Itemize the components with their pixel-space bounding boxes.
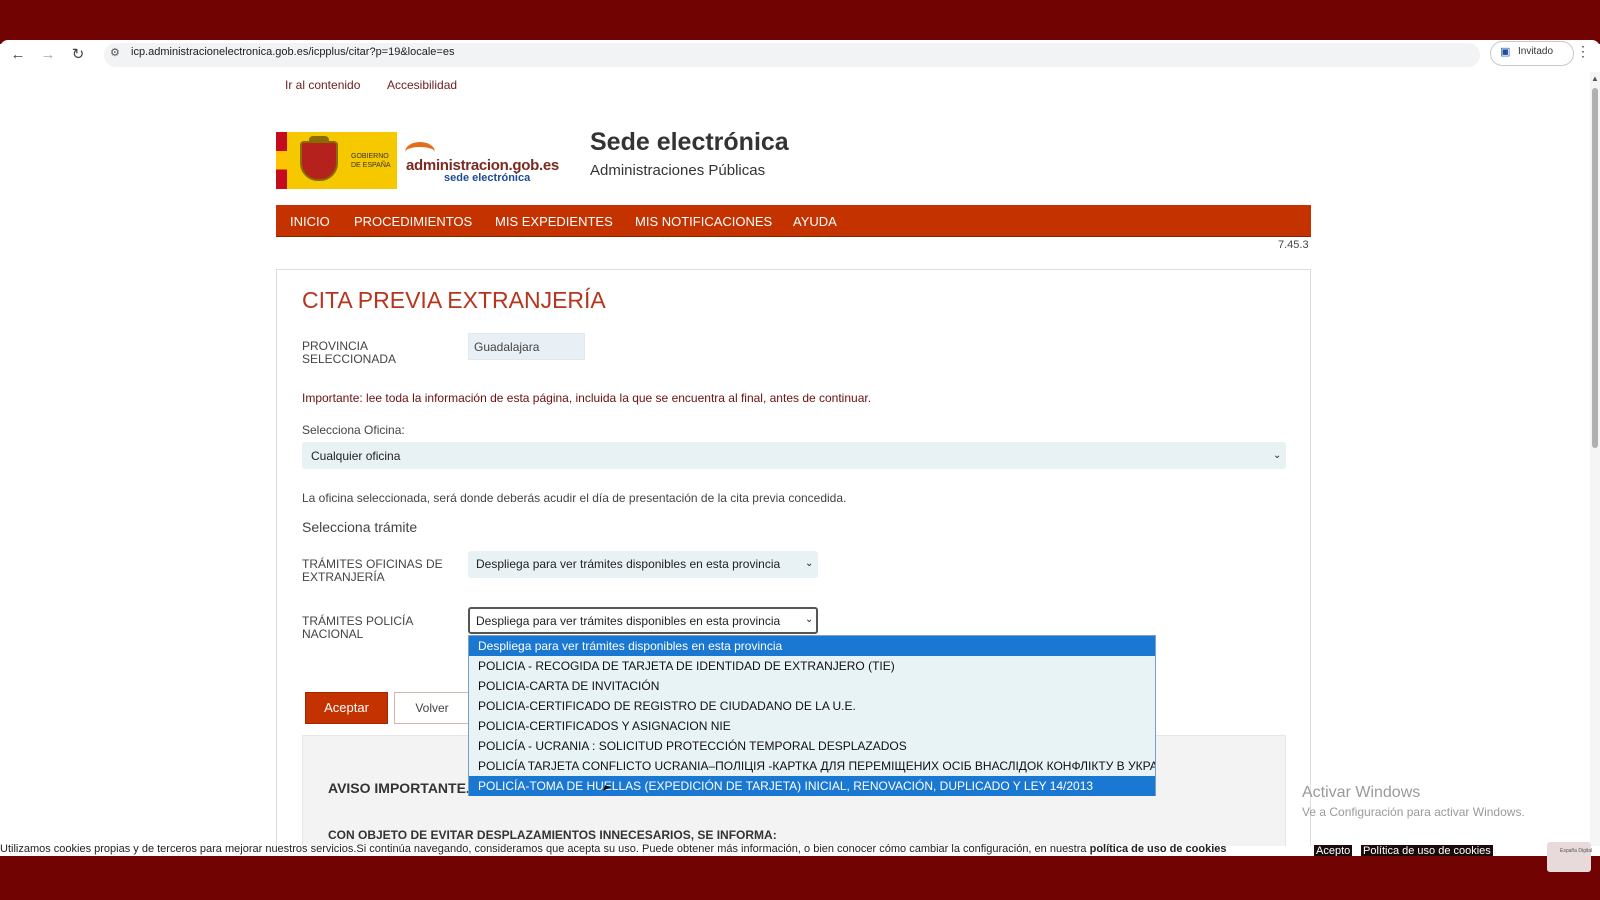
dropdown-option[interactable]: POLICÍA - UCRANIA : SOLICITUD PROTECCIÓN… — [469, 736, 1155, 756]
admin-logo-subtext: sede electrónica — [444, 172, 531, 184]
scrollbar-thumb[interactable] — [1592, 88, 1598, 448]
scroll-up-arrow-icon[interactable]: ▲ — [1591, 74, 1599, 83]
dropdown-option[interactable]: POLICIA - RECOGIDA DE TARJETA DE IDENTID… — [469, 656, 1155, 676]
site-subtitle: Administraciones Públicas — [590, 162, 766, 179]
nav-item-mis-notificaciones[interactable]: MIS NOTIFICACIONES — [635, 214, 772, 229]
windows-activation-subtitle: Ve a Configuración para activar Windows. — [1302, 805, 1525, 819]
gobierno-text: GOBIERNO DE ESPAÑA — [351, 153, 391, 169]
notice-title: AVISO IMPORTANTE. — [328, 780, 470, 796]
accessibility-link[interactable]: Accesibilidad — [387, 78, 457, 92]
skip-to-content-link[interactable]: Ir al contenido — [285, 78, 360, 92]
dropdown-option[interactable]: POLICIA-CERTIFICADO DE REGISTRO DE CIUDA… — [469, 696, 1155, 716]
site-title: Sede electrónica — [590, 128, 789, 156]
window-bottom-band — [0, 856, 1600, 900]
back-arrow-icon[interactable]: ← — [7, 44, 29, 66]
office-select[interactable] — [302, 442, 1286, 469]
cookie-text: Utilizamos cookies propias y de terceros… — [0, 843, 1227, 855]
important-notice: Importante: lee toda la información de e… — [302, 391, 872, 405]
chevron-down-icon[interactable]: ⌄ — [805, 558, 813, 569]
back-button[interactable]: Volver — [394, 692, 470, 724]
province-label: PROVINCIA SELECCIONADA — [302, 340, 396, 366]
dropdown-option[interactable]: POLICIA-CERTIFICADOS Y ASIGNACION NIE — [469, 716, 1155, 736]
notice-text: CON OBJETO DE EVITAR DESPLAZAMIENTOS INN… — [328, 828, 777, 842]
office-note: La oficina seleccionada, será donde debe… — [302, 491, 847, 505]
tramite-heading: Selecciona trámite — [302, 519, 418, 535]
dropdown-option[interactable]: POLICIA-CARTA DE INVITACIÓN — [469, 676, 1155, 696]
spain-flag-icon — [276, 132, 287, 189]
windows-activation-title: Activar Windows — [1302, 784, 1421, 801]
province-label-line-2: SELECCIONADA — [302, 352, 397, 366]
profile-label: Invitado — [1518, 46, 1554, 57]
version-label: 7.45.3 — [1278, 239, 1309, 251]
office-select-value[interactable]: Cualquier oficina — [311, 449, 400, 463]
nav-item-inicio[interactable]: INICIO — [290, 214, 330, 229]
province-value: Guadalajara — [468, 333, 585, 360]
nav-item-procedimientos[interactable]: PROCEDIMIENTOS — [354, 214, 472, 229]
forward-arrow-icon[interactable]: → — [37, 44, 59, 66]
policia-select-value[interactable]: Despliega para ver trámites disponibles … — [476, 614, 780, 628]
cookie-policy-link[interactable]: política de uso de cookies — [1090, 843, 1227, 855]
browser-menu-icon[interactable]: ⋮ — [1576, 43, 1590, 60]
dropdown-option-hovered[interactable]: POLICÍA-TOMA DE HUELLAS (EXPEDICIÓN DE T… — [469, 776, 1155, 796]
tray-text: España Digital — [1560, 848, 1593, 854]
espana-digital-icon[interactable] — [1547, 842, 1591, 872]
nav-item-mis-expedientes[interactable]: MIS EXPEDIENTES — [495, 214, 613, 229]
site-info-icon[interactable]: ⚙ — [110, 46, 120, 59]
cookie-message: Utilizamos cookies propias y de terceros… — [0, 843, 1090, 855]
dropdown-option[interactable]: POLICÍA TARJETA CONFLICTO UCRANIA–ПОЛІЦІ… — [469, 756, 1155, 776]
policia-label: TRÁMITES POLICÍA NACIONAL — [302, 615, 413, 641]
policia-label-line-2: NACIONAL — [302, 627, 364, 641]
profile-icon: ▣ — [1500, 46, 1511, 58]
coat-of-arms-icon — [300, 141, 338, 181]
accept-button[interactable]: Aceptar — [305, 692, 388, 724]
office-label: Selecciona Oficina: — [302, 423, 405, 437]
url-text[interactable]: icp.administracionelectronica.gob.es/icp… — [131, 46, 454, 58]
nav-item-ayuda[interactable]: AYUDA — [793, 214, 837, 229]
extranjeria-label: TRÁMITES OFICINAS DE EXTRANJERÍA — [302, 558, 443, 584]
chevron-down-icon[interactable]: ⌄ — [805, 614, 813, 625]
page-title: CITA PREVIA EXTRANJERÍA — [302, 287, 606, 313]
extranjeria-label-line-2: EXTRANJERÍA — [302, 570, 385, 584]
reload-icon[interactable]: ↻ — [67, 44, 89, 66]
window-top-band — [0, 0, 1600, 44]
dropdown-option[interactable]: Despliega para ver trámites disponibles … — [469, 636, 1155, 656]
extranjeria-select-value[interactable]: Despliega para ver trámites disponibles … — [476, 557, 780, 571]
chevron-down-icon[interactable]: ⌄ — [1273, 450, 1281, 461]
